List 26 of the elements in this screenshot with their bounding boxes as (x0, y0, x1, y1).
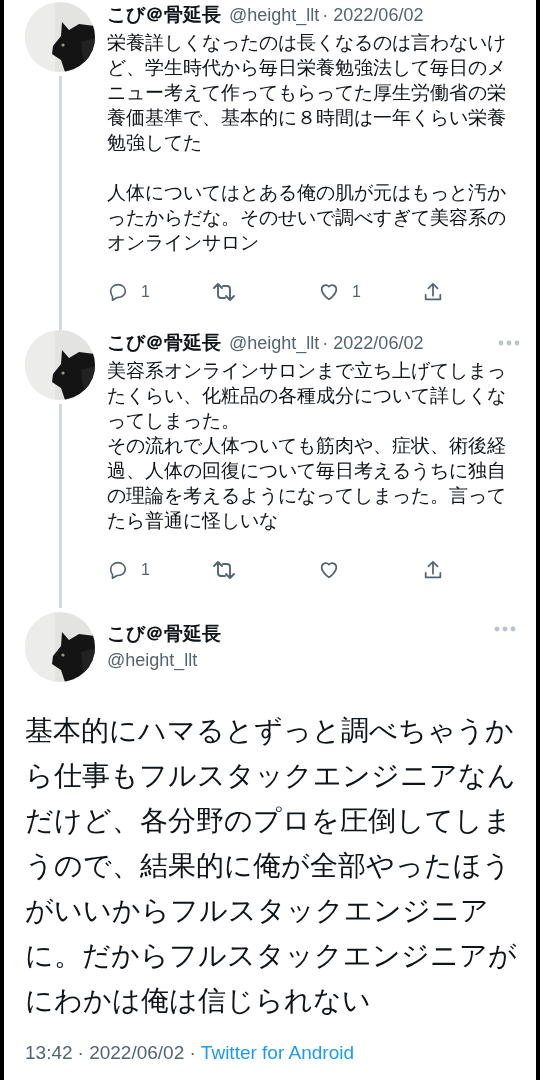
retweet-icon[interactable] (212, 559, 236, 581)
reply-count: 1 (141, 282, 150, 302)
tweet-text: 人体についてはとある俺の肌が元はもっと汚かったからだな。そのせいで調べすぎて美容系のオンラインサロン (107, 181, 507, 255)
tweet-time: 13:42 (25, 1041, 73, 1065)
share-icon[interactable] (422, 281, 444, 303)
user-handle[interactable]: @height_llt (229, 329, 320, 357)
tweet-text: 栄養詳しくなったのは長くなるのは言わないけど、学生時代から毎日栄養勉強法して毎日のメニュー考えて作ってもらってた厚生労働省の栄養価基準で、基本的に８時間は一年くらい栄養勉強してた (107, 31, 507, 155)
tweet-date: · 2022/06/02 (322, 331, 424, 355)
tweet-date: · 2022/06/02 (322, 3, 424, 27)
user-handle[interactable]: @height_llt (107, 647, 494, 673)
tweet-text: 基本的にハマるとずっと調べちゃうから仕事もフルスタックエンジニアなんだけど、各分野のプロを圧倒してしまうので、結果的に俺が全部やったほうがいいからフルスタックエンジニアに。だからフルスタックエンジニアがにわかは俺は信じられない (25, 714, 518, 1018)
tweet-date: · 2022/06/02 · (77, 1041, 196, 1065)
reply-icon[interactable] (107, 281, 129, 303)
retweet-icon[interactable] (212, 281, 236, 303)
tweet-text: その流れで人体ついても筋肉や、症状、術後経過、人体の回復について毎日考えるうちに独自の理論を考えるようになってしまった。言ってたら普通に怪しいな (107, 434, 507, 533)
tweet-text: 美容系オンラインサロンまで立ち上げてしまったくらい、化粧品の各種成分について詳しくなってしまった。 (107, 359, 507, 433)
heart-icon[interactable] (318, 559, 340, 581)
reply-count: 1 (141, 560, 150, 580)
heart-icon[interactable] (318, 281, 340, 303)
user-handle[interactable]: @height_llt (229, 1, 320, 29)
user-name: こび＠骨延長 (107, 2, 221, 27)
share-icon[interactable] (422, 559, 444, 581)
like-count: 1 (352, 282, 361, 302)
user-name: こび＠骨延長 (107, 622, 222, 646)
user-name: こび＠骨延長 (107, 330, 221, 355)
reply-icon[interactable] (107, 559, 129, 581)
